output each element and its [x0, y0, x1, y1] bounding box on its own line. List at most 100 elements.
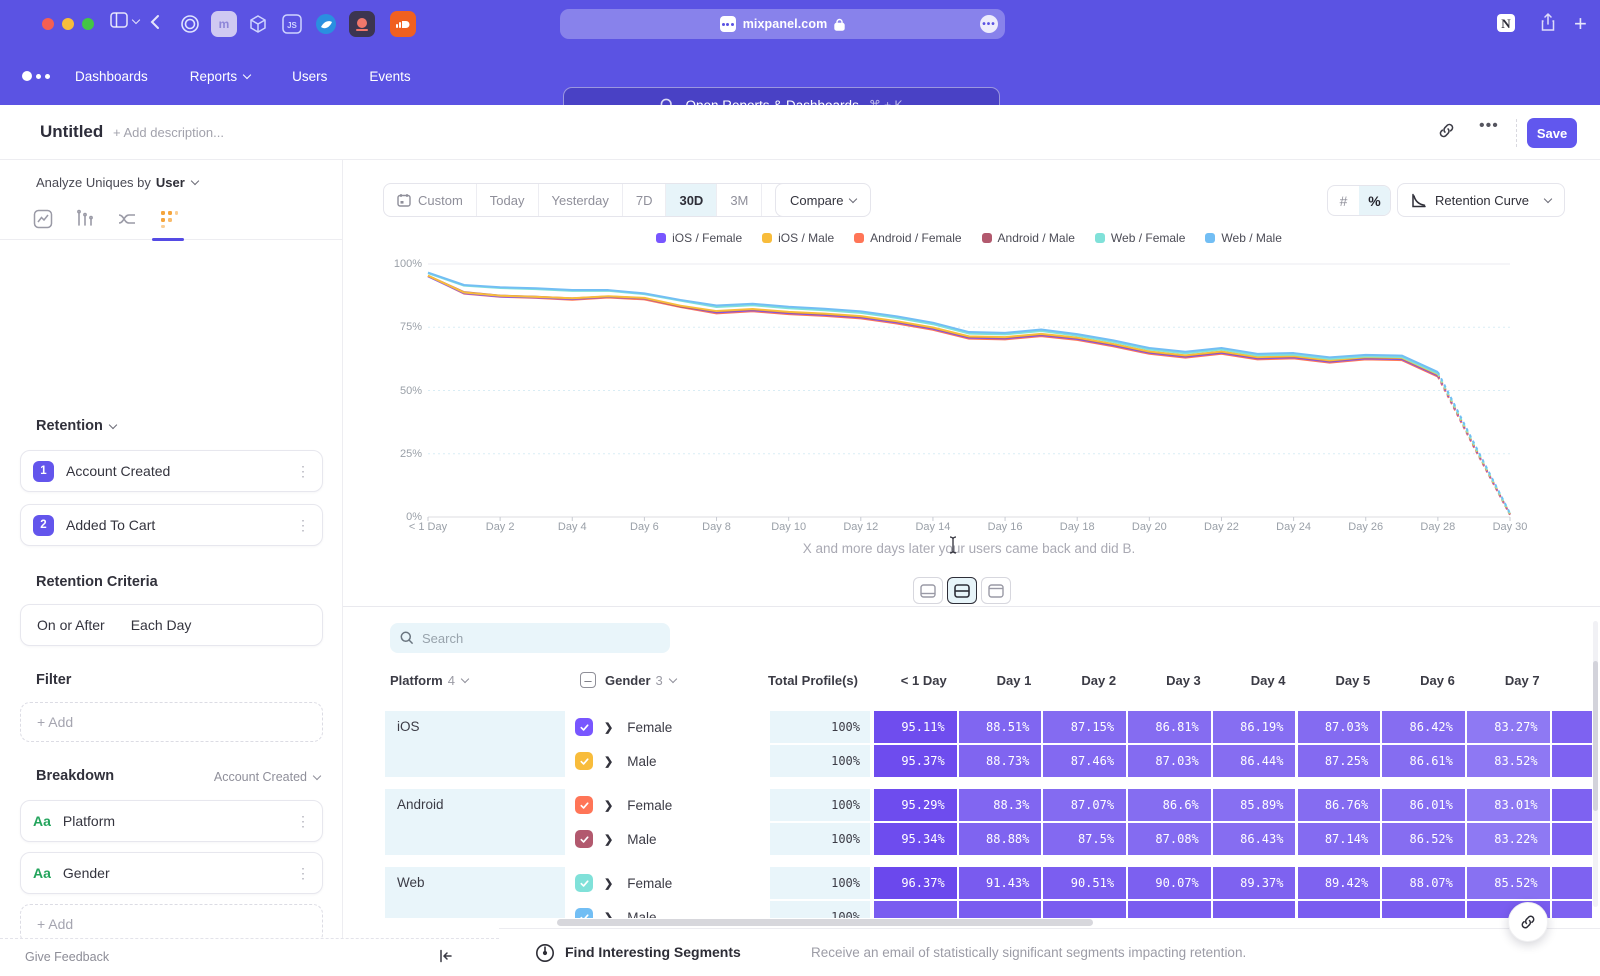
chevron-right-icon[interactable]: ❯	[604, 833, 613, 846]
legend-item[interactable]: Android / Female	[854, 231, 961, 245]
gender-row-android-female[interactable]: ❯Female	[575, 789, 672, 821]
add-filter-button[interactable]: + Add	[20, 702, 323, 742]
retention-value-cell[interactable]	[1043, 901, 1126, 918]
legend-item[interactable]: Android / Male	[982, 231, 1075, 245]
layout-chart-focus-button[interactable]	[913, 577, 943, 604]
column-header-platform[interactable]: Platform4	[390, 663, 468, 697]
retention-value-cell[interactable]: 88.88%	[959, 823, 1042, 855]
retention-value-cell[interactable]	[1298, 901, 1381, 918]
range-3m[interactable]: 3M	[717, 184, 762, 216]
retention-value-cell[interactable]	[1382, 901, 1465, 918]
legend-item[interactable]: Web / Male	[1205, 231, 1281, 245]
platform-group-cell[interactable]: iOS	[385, 711, 565, 777]
tab-funnels[interactable]	[72, 206, 98, 232]
notion-app-icon[interactable]: N	[1496, 13, 1516, 33]
analyze-uniques-row[interactable]: Analyze Uniques byUser	[36, 175, 198, 190]
gender-row-web-male[interactable]: ❯Male	[575, 901, 656, 918]
nav-item-dashboards[interactable]: Dashboards	[75, 69, 148, 84]
retention-value-cell[interactable]: 88.07%	[1382, 867, 1465, 899]
retention-value-cell[interactable]: 85.52%	[1467, 867, 1550, 899]
retention-value-cell[interactable]: 87.03%	[1128, 745, 1211, 777]
new-tab-plus-icon[interactable]: +	[1574, 11, 1587, 37]
retention-value-cell[interactable]: 87.03%	[1298, 711, 1381, 743]
range-yesterday[interactable]: Yesterday	[539, 184, 623, 216]
retention-value-cell[interactable]: 86.01%	[1382, 789, 1465, 821]
browser-address-bar[interactable]: mixpanel.com •••	[560, 9, 1005, 39]
chevron-right-icon[interactable]: ❯	[604, 911, 613, 919]
retention-value-cell[interactable]: 88.3%	[959, 789, 1042, 821]
column-header-day[interactable]: Day 5	[1298, 663, 1371, 697]
retention-value-cell[interactable]: 88.73%	[959, 745, 1042, 777]
close-window-button[interactable]	[42, 18, 54, 30]
layout-split-button[interactable]	[947, 577, 977, 604]
table-vertical-scrollbar[interactable]	[1593, 621, 1598, 907]
range-7d[interactable]: 7D	[623, 184, 667, 216]
retention-value-cell[interactable]: 87.25%	[1298, 745, 1381, 777]
column-header-gender[interactable]: –Gender3	[580, 663, 676, 697]
retention-value-cell[interactable]: 86.76%	[1298, 789, 1381, 821]
add-description-button[interactable]: + Add description...	[113, 125, 224, 140]
platform-group-cell[interactable]: Web	[385, 867, 565, 918]
chart-type-dropdown[interactable]: Retention Curve	[1397, 183, 1565, 217]
back-icon[interactable]	[150, 14, 160, 30]
criteria-mode[interactable]: On or After	[37, 617, 105, 633]
platform-group-cell[interactable]: Android	[385, 789, 565, 855]
retention-value-cell[interactable]: 96.37%	[874, 867, 957, 899]
table-search-input[interactable]: Search	[390, 623, 670, 653]
pinned-app-soundcloud-icon[interactable]	[390, 11, 416, 37]
retention-value-cell[interactable]: 95.37%	[874, 745, 957, 777]
gender-row-web-female[interactable]: ❯Female	[575, 867, 672, 899]
more-options-icon[interactable]: •••	[1479, 117, 1499, 135]
kebab-menu-icon[interactable]: ⋮	[296, 865, 310, 882]
criteria-interval[interactable]: Each Day	[131, 617, 192, 633]
floating-share-link-button[interactable]	[1508, 902, 1548, 942]
retention-value-cell[interactable]: 86.42%	[1382, 711, 1465, 743]
nav-item-events[interactable]: Events	[369, 69, 410, 84]
gender-checkbox[interactable]	[575, 796, 593, 814]
breakdown-card-gender[interactable]: Aa Gender ⋮	[20, 852, 323, 894]
pinned-app-avatar-icon[interactable]: m	[211, 11, 237, 37]
share-icon[interactable]	[1540, 13, 1556, 33]
retention-value-cell[interactable]: 91.43%	[959, 867, 1042, 899]
retention-value-cell[interactable]: 87.46%	[1043, 745, 1126, 777]
layout-table-focus-button[interactable]	[981, 577, 1011, 604]
give-feedback-link[interactable]: Give Feedback	[25, 950, 109, 964]
kebab-menu-icon[interactable]: ⋮	[296, 517, 310, 534]
table-horizontal-scrollbar[interactable]	[557, 919, 1093, 926]
retention-value-cell[interactable]: 95.29%	[874, 789, 957, 821]
series-line-web-male[interactable]	[1438, 372, 1510, 513]
retention-value-cell[interactable]: 87.08%	[1128, 823, 1211, 855]
gender-checkbox[interactable]	[575, 908, 593, 918]
step-card-added-to-cart[interactable]: 2 Added To Cart ⋮	[20, 504, 323, 546]
gender-row-android-male[interactable]: ❯Male	[575, 823, 656, 855]
column-header-day[interactable]: Day 6	[1382, 663, 1455, 697]
retention-value-cell[interactable]: 88.51%	[959, 711, 1042, 743]
retention-value-cell[interactable]: 95.11%	[874, 711, 957, 743]
retention-value-cell[interactable]: 87.07%	[1043, 789, 1126, 821]
retention-value-cell[interactable]: 86.61%	[1382, 745, 1465, 777]
column-header-day[interactable]: Day 4	[1213, 663, 1286, 697]
criteria-card[interactable]: On or After Each Day	[20, 604, 323, 646]
gender-row-ios-male[interactable]: ❯Male	[575, 745, 656, 777]
breakdown-card-platform[interactable]: Aa Platform ⋮	[20, 800, 323, 842]
pinned-app-recorder-icon[interactable]	[349, 11, 375, 37]
column-header-day[interactable]: Day 2	[1043, 663, 1116, 697]
report-title[interactable]: Untitled	[40, 122, 103, 142]
column-header-day[interactable]: < 1 Day	[874, 663, 947, 697]
maximize-window-button[interactable]	[82, 18, 94, 30]
retention-value-cell[interactable]: 87.14%	[1298, 823, 1381, 855]
retention-value-cell[interactable]: 83.22%	[1467, 823, 1550, 855]
pinned-app-cube-icon[interactable]	[245, 11, 271, 37]
chevron-right-icon[interactable]: ❯	[604, 755, 613, 768]
retention-value-cell[interactable]	[1128, 901, 1211, 918]
retention-value-cell[interactable]: 87.15%	[1043, 711, 1126, 743]
retention-value-cell[interactable]: 86.44%	[1213, 745, 1296, 777]
breakdown-scope-dropdown[interactable]: Account Created	[214, 770, 320, 784]
save-button[interactable]: Save	[1527, 118, 1577, 148]
retention-value-cell[interactable]: 83.52%	[1467, 745, 1550, 777]
retention-value-cell[interactable]: 89.42%	[1298, 867, 1381, 899]
retention-value-cell[interactable]: 87.5%	[1043, 823, 1126, 855]
compare-button[interactable]: Compare	[775, 183, 871, 217]
absolute-values-toggle[interactable]: #	[1328, 186, 1359, 215]
chevron-right-icon[interactable]: ❯	[604, 877, 613, 890]
